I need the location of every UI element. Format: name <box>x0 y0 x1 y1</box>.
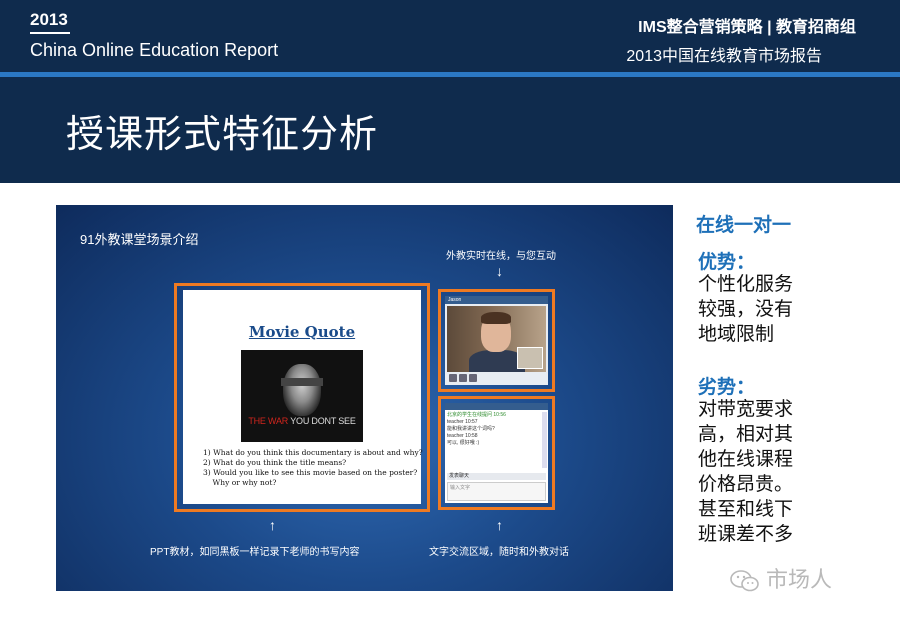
disadvantage-line: 他在线课程 <box>698 449 794 470</box>
arrow-down-icon: ↓ <box>496 263 503 279</box>
chat-scrollbar[interactable] <box>542 412 547 468</box>
poster-caption-white: YOU DONT SEE <box>288 416 356 426</box>
header-bar: 2013 China Online Education Report IMS整合… <box>0 0 900 72</box>
poster-blindfold <box>281 378 323 386</box>
page-title: 授课形式特征分析 <box>66 112 379 156</box>
settings-icon[interactable] <box>469 374 477 382</box>
poster-caption: THE WAR YOU DONT SEE <box>241 416 363 426</box>
header-report-cn: 2013中国在线教育市场报告 <box>626 48 822 65</box>
poster-caption-red: THE WAR <box>248 416 289 426</box>
student-video-inset <box>517 347 543 369</box>
header-divider <box>30 32 70 34</box>
video-controls <box>447 374 546 383</box>
slide-frame: Movie Quote THE WAR YOU DONT SEE 1) What… <box>174 283 430 512</box>
disadvantage-line: 对带宽要求 <box>698 399 794 420</box>
question-3-cont: Why or why not? <box>203 478 277 487</box>
ppt-slide: Movie Quote THE WAR YOU DONT SEE 1) What… <box>183 290 423 504</box>
chat-frame: 北京的学生在线提问 10:56 teacher 10:57 能和我讲讲这个词吗?… <box>438 396 555 510</box>
question-1: 1) What do you think this documentary is… <box>203 448 423 457</box>
disadvantage-line: 班课差不多 <box>698 524 794 545</box>
poster-face <box>283 364 321 416</box>
title-band: 授课形式特征分析 <box>0 77 900 183</box>
teacher-video-feed[interactable] <box>447 306 546 372</box>
wechat-icon <box>730 570 759 592</box>
chat-line: 可以, 很好哦 :) <box>447 440 480 446</box>
watermark: 市场人 <box>730 562 832 594</box>
disadvantage-line: 高，相对其 <box>698 424 794 445</box>
camera-icon[interactable] <box>459 374 467 382</box>
side-title: 在线一对一 <box>696 215 792 236</box>
chat-line: teacher 10:57 <box>447 419 478 425</box>
chat-log: 北京的学生在线提问 10:56 teacher 10:57 能和我讲讲这个词吗?… <box>447 412 539 470</box>
poster-top-text <box>245 353 359 357</box>
disadvantage-text: 对带宽要求 高，相对其 他在线课程 价格昂贵。 甚至和线下 班课差不多 <box>698 397 808 547</box>
disadvantage-heading: 劣势： <box>698 377 756 398</box>
teacher-hair <box>481 312 511 324</box>
question-3: 3) Would you like to see this movie base… <box>203 468 418 477</box>
slide-title: Movie Quote <box>248 323 356 341</box>
arrow-up-icon: ↑ <box>496 517 503 533</box>
disadvantage-line: 甚至和线下 <box>698 499 794 520</box>
chat-line: 能和我讲讲这个词吗? <box>447 426 495 432</box>
header-report-title: China Online Education Report <box>30 40 279 60</box>
header-org: IMS整合营销策略 | 教育招商组 <box>638 19 856 36</box>
annotation-chat: 文字交流区域，随时和外教对话 <box>429 547 569 558</box>
chat-line: 北京的学生在线提问 10:56 <box>447 412 506 418</box>
question-2: 2) What do you think the title means? <box>203 458 347 467</box>
screenshot-title: 91外教课堂场景介绍 <box>80 232 199 247</box>
header-year: 2013 <box>30 10 68 29</box>
annotation-teacher: 外教实时在线，与您互动 <box>446 251 556 262</box>
advantage-line: 地域限制 <box>698 324 775 345</box>
chat-input[interactable]: 输入文字 <box>447 482 546 501</box>
mic-icon[interactable] <box>449 374 457 382</box>
movie-poster-image: THE WAR YOU DONT SEE <box>241 350 363 442</box>
disadvantage-line: 价格昂贵。 <box>698 474 794 495</box>
advantage-heading: 优势： <box>698 252 756 273</box>
chat-window: 北京的学生在线提问 10:56 teacher 10:57 能和我讲讲这个词吗?… <box>445 403 548 503</box>
chat-line: teacher 10:58 <box>447 433 478 439</box>
video-frame: Jason <box>438 289 555 392</box>
classroom-screenshot: 91外教课堂场景介绍 外教实时在线，与您互动 ↓ Movie Quote THE… <box>56 205 673 591</box>
advantage-text: 个性化服务 较强，没有 地域限制 <box>698 272 808 347</box>
advantage-line: 个性化服务 <box>698 274 794 295</box>
video-title-bar: Jason <box>445 296 548 304</box>
arrow-up-icon: ↑ <box>269 517 276 533</box>
slide-questions: 1) What do you think this documentary is… <box>203 448 425 488</box>
chat-title-bar <box>445 403 548 410</box>
advantage-line: 较强，没有 <box>698 299 794 320</box>
chat-toolbar[interactable]: 发表聊天 <box>447 473 546 480</box>
watermark-text: 市场人 <box>766 567 833 592</box>
video-window: Jason <box>445 296 548 385</box>
annotation-ppt: PPT教材，如同黑板一样记录下老师的书写内容 <box>150 547 360 558</box>
